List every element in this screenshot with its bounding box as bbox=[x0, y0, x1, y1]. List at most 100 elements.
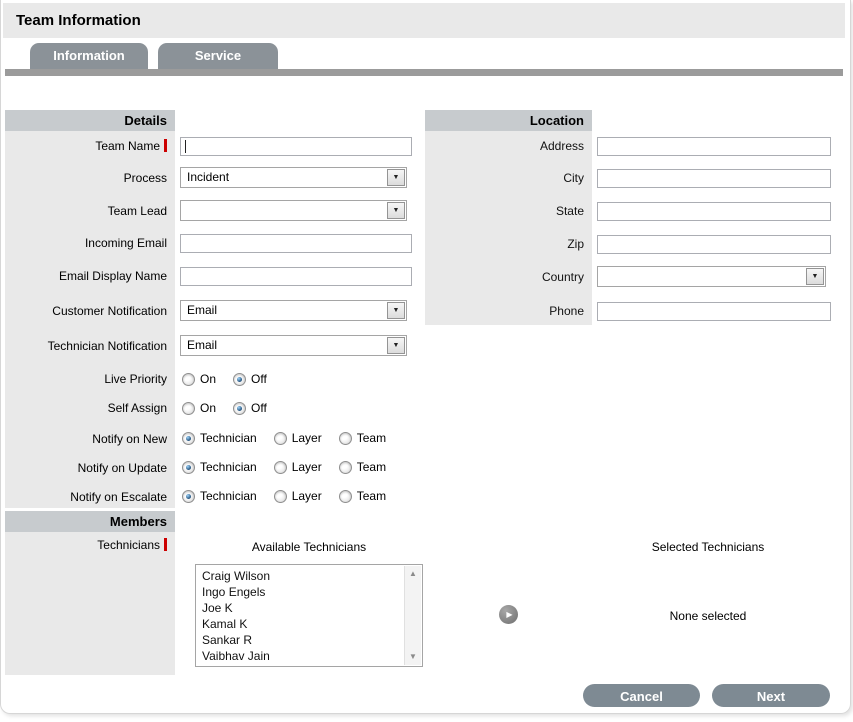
list-items: Craig WilsonIngo EngelsJoe KKamal KSanka… bbox=[196, 568, 404, 666]
radio-icon bbox=[182, 461, 195, 474]
self-assign-on-option[interactable]: On bbox=[182, 401, 216, 415]
radio-icon bbox=[233, 373, 246, 386]
tab-underline-bar bbox=[5, 69, 843, 76]
list-item[interactable]: Joe K bbox=[196, 600, 404, 616]
radio-icon bbox=[182, 373, 195, 386]
address-input[interactable] bbox=[597, 137, 831, 156]
dropdown-arrow-icon: ▼ bbox=[387, 337, 405, 354]
team-name-input[interactable] bbox=[180, 137, 412, 156]
notify-new-technician-option[interactable]: Technician bbox=[182, 431, 257, 445]
location-label-column bbox=[425, 131, 592, 325]
scroll-up-icon[interactable]: ▲ bbox=[405, 570, 421, 578]
notify-on-escalate-options: Technician Layer Team bbox=[182, 489, 403, 503]
zip-input[interactable] bbox=[597, 235, 831, 254]
notify-escalate-team-option[interactable]: Team bbox=[339, 489, 386, 503]
self-assign-options: On Off bbox=[182, 401, 284, 415]
address-label: Address bbox=[425, 139, 592, 153]
notify-update-layer-option[interactable]: Layer bbox=[274, 460, 322, 474]
title-bar: Team Information bbox=[3, 3, 845, 38]
radio-icon bbox=[274, 461, 287, 474]
live-priority-options: On Off bbox=[182, 372, 284, 386]
notify-on-new-label: Notify on New bbox=[5, 432, 175, 446]
list-item[interactable]: Ingo Engels bbox=[196, 584, 404, 600]
notify-on-escalate-label: Notify on Escalate bbox=[5, 490, 175, 504]
dropdown-arrow-icon: ▼ bbox=[387, 169, 405, 186]
radio-icon bbox=[339, 461, 352, 474]
city-input[interactable] bbox=[597, 169, 831, 188]
incoming-email-input[interactable] bbox=[180, 234, 412, 253]
phone-input[interactable] bbox=[597, 302, 831, 321]
country-select[interactable]: ▼ bbox=[597, 266, 826, 287]
available-technicians-header: Available Technicians bbox=[195, 540, 423, 554]
radio-icon bbox=[182, 402, 195, 415]
live-priority-label: Live Priority bbox=[5, 372, 175, 386]
customer-notification-select[interactable]: Email ▼ bbox=[180, 300, 407, 321]
members-label-column bbox=[5, 532, 175, 675]
required-icon bbox=[164, 538, 167, 551]
list-item[interactable]: Kamal K bbox=[196, 616, 404, 632]
email-display-name-label: Email Display Name bbox=[5, 269, 175, 283]
selected-technicians-header: Selected Technicians bbox=[618, 540, 798, 554]
notify-on-update-options: Technician Layer Team bbox=[182, 460, 403, 474]
members-section-header: Members bbox=[5, 511, 175, 532]
process-label: Process bbox=[5, 171, 175, 185]
page-title: Team Information bbox=[3, 3, 845, 38]
notify-update-technician-option[interactable]: Technician bbox=[182, 460, 257, 474]
location-section-header: Location bbox=[425, 110, 592, 131]
live-priority-off-option[interactable]: Off bbox=[233, 372, 267, 386]
list-item[interactable]: Vaibhav Jain bbox=[196, 648, 404, 664]
dropdown-arrow-icon: ▼ bbox=[387, 302, 405, 319]
dropdown-arrow-icon: ▼ bbox=[387, 202, 405, 219]
notify-on-new-options: Technician Layer Team bbox=[182, 431, 403, 445]
radio-icon bbox=[233, 402, 246, 415]
team-lead-select[interactable]: ▼ bbox=[180, 200, 407, 221]
radio-icon bbox=[339, 432, 352, 445]
cancel-button[interactable]: Cancel bbox=[583, 684, 700, 707]
radio-icon bbox=[274, 432, 287, 445]
list-item[interactable]: Sankar R bbox=[196, 632, 404, 648]
play-right-icon: ▶ bbox=[504, 611, 512, 619]
dropdown-arrow-icon: ▼ bbox=[806, 268, 824, 285]
live-priority-on-option[interactable]: On bbox=[182, 372, 216, 386]
radio-icon bbox=[274, 490, 287, 503]
notify-update-team-option[interactable]: Team bbox=[339, 460, 386, 474]
list-scrollbar[interactable]: ▲ ▼ bbox=[404, 566, 421, 665]
team-name-label: Team Name bbox=[5, 139, 175, 153]
radio-icon bbox=[339, 490, 352, 503]
required-icon bbox=[164, 139, 167, 152]
state-input[interactable] bbox=[597, 202, 831, 221]
details-section-header: Details bbox=[5, 110, 175, 131]
incoming-email-label: Incoming Email bbox=[5, 236, 175, 250]
technician-notification-select[interactable]: Email ▼ bbox=[180, 335, 407, 356]
notify-new-layer-option[interactable]: Layer bbox=[274, 431, 322, 445]
process-select[interactable]: Incident ▼ bbox=[180, 167, 407, 188]
tab-information[interactable]: Information bbox=[30, 43, 148, 69]
state-label: State bbox=[425, 204, 592, 218]
self-assign-label: Self Assign bbox=[5, 401, 175, 415]
radio-icon bbox=[182, 490, 195, 503]
zip-label: Zip bbox=[425, 237, 592, 251]
country-label: Country bbox=[425, 270, 592, 284]
email-display-name-input[interactable] bbox=[180, 267, 412, 286]
notify-escalate-technician-option[interactable]: Technician bbox=[182, 489, 257, 503]
none-selected-text: None selected bbox=[618, 609, 798, 623]
radio-icon bbox=[182, 432, 195, 445]
next-button[interactable]: Next bbox=[712, 684, 830, 707]
phone-label: Phone bbox=[425, 304, 592, 318]
city-label: City bbox=[425, 171, 592, 185]
available-technicians-list[interactable]: Craig WilsonIngo EngelsJoe KKamal KSanka… bbox=[195, 564, 423, 667]
technicians-label: Technicians bbox=[5, 538, 175, 552]
scroll-down-icon[interactable]: ▼ bbox=[405, 653, 421, 661]
notify-on-update-label: Notify on Update bbox=[5, 461, 175, 475]
self-assign-off-option[interactable]: Off bbox=[233, 401, 267, 415]
tab-service[interactable]: Service bbox=[158, 43, 278, 69]
details-label-column bbox=[5, 131, 175, 508]
list-item[interactable]: Craig Wilson bbox=[196, 568, 404, 584]
technician-notification-label: Technician Notification bbox=[5, 339, 175, 353]
notify-escalate-layer-option[interactable]: Layer bbox=[274, 489, 322, 503]
text-cursor bbox=[185, 140, 186, 153]
transfer-right-button[interactable]: ▶ bbox=[499, 605, 518, 624]
team-lead-label: Team Lead bbox=[5, 204, 175, 218]
customer-notification-label: Customer Notification bbox=[5, 304, 175, 318]
notify-new-team-option[interactable]: Team bbox=[339, 431, 386, 445]
